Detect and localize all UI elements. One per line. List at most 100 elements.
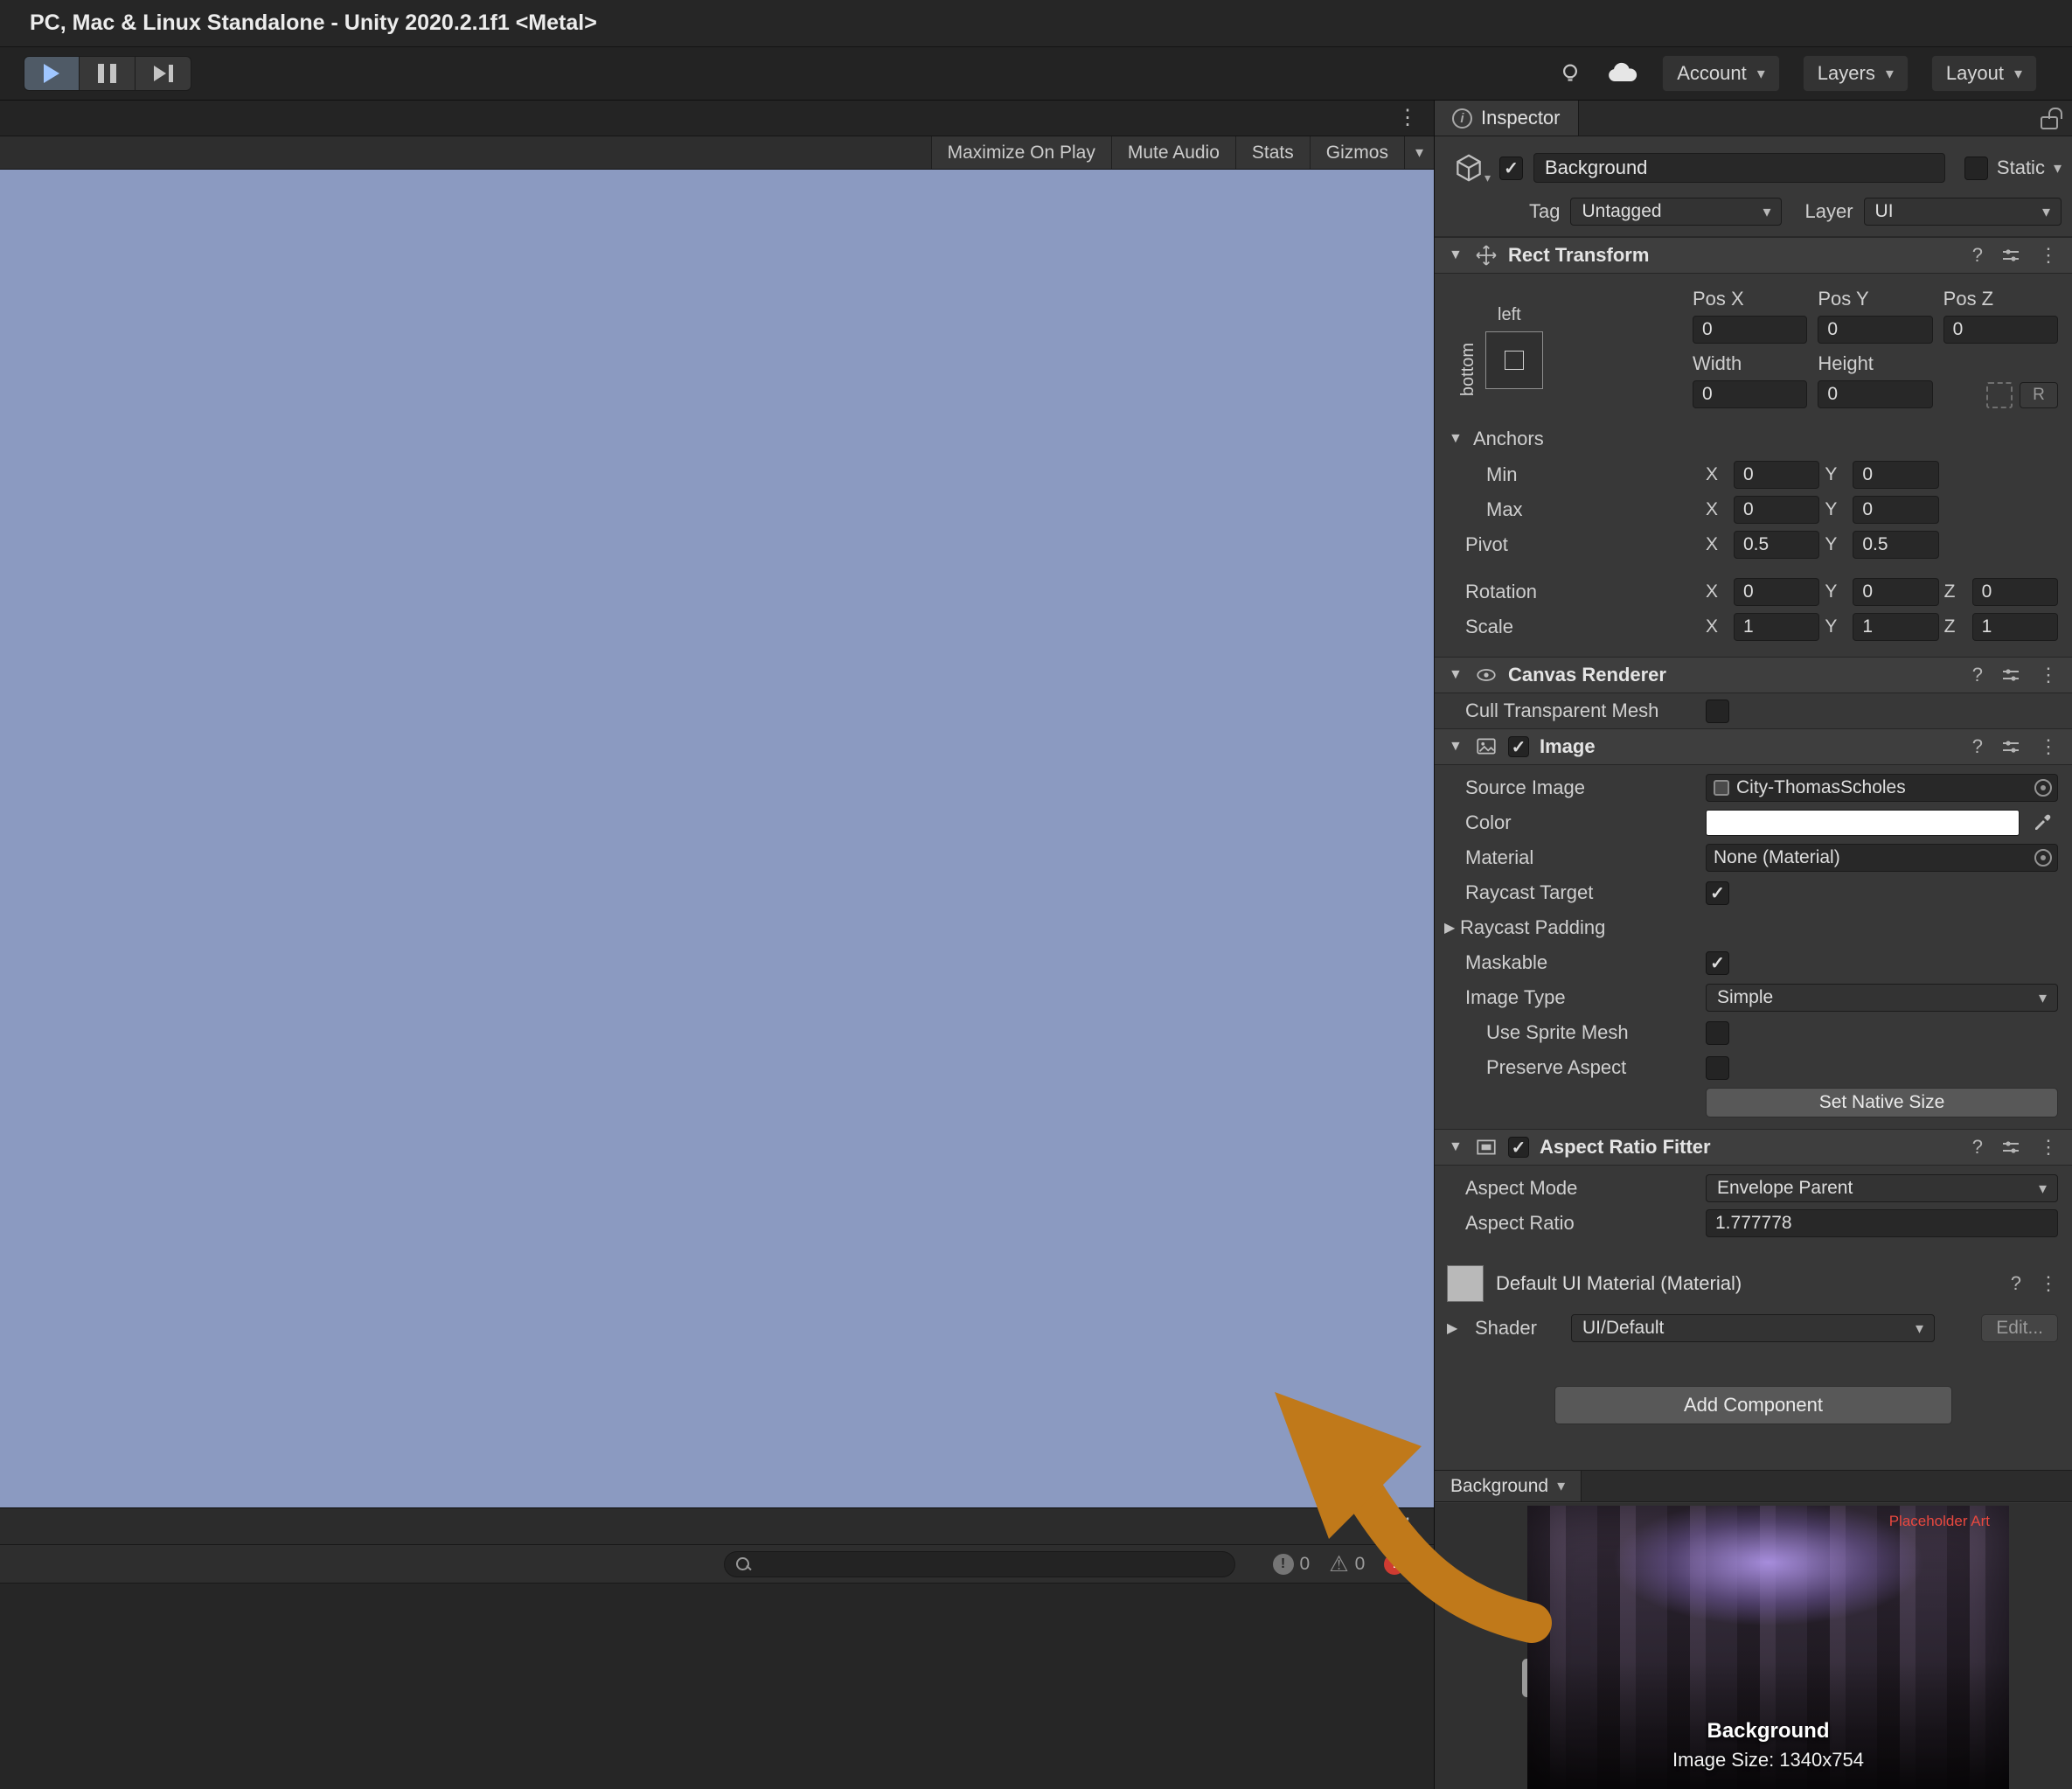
inspector-lock-button[interactable] [2041, 101, 2072, 136]
foldout-icon[interactable]: ▼ [1449, 431, 1464, 447]
presets-icon[interactable] [2000, 665, 2021, 686]
scale-x-field[interactable] [1734, 613, 1819, 641]
foldout-icon[interactable]: ▼ [1449, 667, 1464, 683]
source-image-field[interactable]: City-ThomasScholes [1706, 774, 2058, 802]
anchor-preset-widget[interactable]: left bottom [1454, 305, 1585, 428]
image-enabled-checkbox[interactable]: ✓ [1508, 736, 1529, 757]
layers-dropdown[interactable]: Layers ▾ [1803, 55, 1909, 92]
static-checkbox[interactable] [1964, 157, 1988, 180]
info-count-toggle[interactable]: ! 0 [1273, 1554, 1311, 1575]
rect-transform-header[interactable]: ▼ Rect Transform ? ⋮ [1435, 237, 2072, 274]
help-icon[interactable]: ? [2011, 1272, 2021, 1295]
more-icon[interactable]: ⋮ [2039, 735, 2058, 758]
play-button[interactable] [24, 56, 80, 91]
anchor-max-y-field[interactable] [1853, 496, 1938, 524]
blueprint-mode-icon[interactable] [1986, 382, 2013, 408]
pane-menu-icon[interactable]: ⋮ [1397, 108, 1418, 129]
scale-z-field[interactable] [1972, 613, 2058, 641]
material-field[interactable]: None (Material) [1706, 844, 2058, 872]
canvas-renderer-header[interactable]: ▼ Canvas Renderer ? ⋮ [1435, 657, 2072, 693]
pos-x-field[interactable] [1693, 316, 1807, 344]
rotation-y-field[interactable] [1853, 578, 1938, 606]
foldout-icon[interactable]: ▼ [1449, 739, 1464, 755]
mute-audio-toggle[interactable]: Mute Audio [1111, 136, 1235, 169]
game-toolbar-overflow-dropdown[interactable]: ▾ [1404, 136, 1434, 169]
presets-icon[interactable] [2000, 1137, 2021, 1158]
more-icon[interactable]: ⋮ [2039, 664, 2058, 686]
console-search-input[interactable] [758, 1555, 1224, 1575]
step-button[interactable] [136, 56, 191, 91]
object-picker-icon[interactable] [2034, 779, 2052, 797]
pivot-x-field[interactable] [1734, 531, 1819, 559]
raw-edit-mode-button[interactable]: R [2020, 382, 2058, 408]
layout-dropdown[interactable]: Layout ▾ [1931, 55, 2037, 92]
gizmos-dropdown[interactable]: Gizmos [1310, 136, 1404, 169]
tab-inspector[interactable]: i Inspector [1435, 101, 1579, 136]
warning-count-toggle[interactable]: ⚠ 0 [1329, 1554, 1365, 1576]
more-icon[interactable]: ⋮ [2039, 244, 2058, 267]
image-type-dropdown[interactable]: Simple ▾ [1706, 984, 2058, 1012]
height-field[interactable] [1818, 380, 1932, 408]
tag-dropdown[interactable]: Untagged ▾ [1570, 198, 1782, 226]
presets-icon[interactable] [2000, 736, 2021, 757]
more-icon[interactable]: ⋮ [2039, 1272, 2058, 1295]
rotation-z-field[interactable] [1972, 578, 2058, 606]
layer-dropdown[interactable]: UI ▾ [1864, 198, 2062, 226]
eyedropper-icon[interactable] [2027, 810, 2058, 836]
foldout-icon[interactable]: ▶ [1444, 919, 1460, 936]
account-dropdown[interactable]: Account ▾ [1662, 55, 1780, 92]
maximize-on-play-toggle[interactable]: Maximize On Play [931, 136, 1111, 169]
lighting-status-icon[interactable] [1557, 60, 1583, 87]
cloud-icon[interactable] [1606, 62, 1639, 85]
shader-edit-button[interactable]: Edit... [1981, 1314, 2058, 1342]
aspect-ratio-fitter-enabled-checkbox[interactable]: ✓ [1508, 1137, 1529, 1158]
raycast-target-checkbox[interactable]: ✓ [1706, 881, 1729, 905]
error-count-toggle[interactable]: ! 0 [1384, 1554, 1422, 1575]
gameobject-name-field[interactable] [1533, 153, 1945, 183]
shader-dropdown[interactable]: UI/Default ▾ [1571, 1314, 1935, 1342]
aspect-ratio-field[interactable] [1706, 1209, 2058, 1237]
rotation-x-field[interactable] [1734, 578, 1819, 606]
pivot-y-field[interactable] [1853, 531, 1938, 559]
help-icon[interactable]: ? [1972, 1136, 1983, 1159]
foldout-icon[interactable]: ▶ [1447, 1319, 1463, 1337]
image-component-header[interactable]: ▼ ✓ Image ? ⋮ [1435, 728, 2072, 765]
game-render-view[interactable] [0, 170, 1434, 1507]
cull-transparent-mesh-checkbox[interactable] [1706, 700, 1729, 723]
color-swatch[interactable] [1706, 810, 2020, 836]
pause-button[interactable] [80, 56, 136, 91]
raycast-padding-row[interactable]: ▶ Raycast Padding [1435, 910, 2072, 945]
anchor-preset-box[interactable] [1485, 331, 1543, 389]
maskable-checkbox[interactable]: ✓ [1706, 951, 1729, 975]
preserve-aspect-checkbox[interactable] [1706, 1056, 1729, 1080]
foldout-icon[interactable]: ▼ [1449, 1139, 1464, 1155]
width-field[interactable] [1693, 380, 1807, 408]
gameobject-icon-button[interactable]: ▾ [1449, 149, 1489, 187]
pane-menu-icon[interactable]: ⋮ [1397, 1516, 1418, 1537]
set-native-size-button[interactable]: Set Native Size [1706, 1088, 2058, 1117]
foldout-icon[interactable]: ▼ [1449, 247, 1464, 263]
use-sprite-mesh-checkbox[interactable] [1706, 1021, 1729, 1045]
anchor-min-x-field[interactable] [1734, 461, 1819, 489]
help-icon[interactable]: ? [1972, 735, 1983, 758]
preview-tab-background[interactable]: Background ▾ [1435, 1471, 1582, 1501]
gameobject-active-checkbox[interactable]: ✓ [1499, 157, 1523, 180]
help-icon[interactable]: ? [1972, 244, 1983, 267]
scale-y-field[interactable] [1853, 613, 1938, 641]
anchor-min-y-field[interactable] [1853, 461, 1938, 489]
chevron-down-icon: ▾ [1763, 203, 1770, 221]
aspect-mode-dropdown[interactable]: Envelope Parent ▾ [1706, 1174, 2058, 1202]
object-picker-icon[interactable] [2034, 849, 2052, 867]
sprite-preview-image[interactable]: Placeholder Art Background Image Size: 1… [1527, 1506, 2009, 1789]
anchor-max-x-field[interactable] [1734, 496, 1819, 524]
console-search-box[interactable] [724, 1551, 1235, 1577]
presets-icon[interactable] [2000, 245, 2021, 266]
aspect-ratio-fitter-header[interactable]: ▼ ✓ Aspect Ratio Fitter ? ⋮ [1435, 1129, 2072, 1166]
material-swatch[interactable] [1447, 1265, 1484, 1302]
more-icon[interactable]: ⋮ [2039, 1136, 2058, 1159]
add-component-button[interactable]: Add Component [1554, 1386, 1952, 1424]
stats-toggle[interactable]: Stats [1235, 136, 1310, 169]
pos-y-field[interactable] [1818, 316, 1932, 344]
pos-z-field[interactable] [1943, 316, 2058, 344]
help-icon[interactable]: ? [1972, 664, 1983, 686]
